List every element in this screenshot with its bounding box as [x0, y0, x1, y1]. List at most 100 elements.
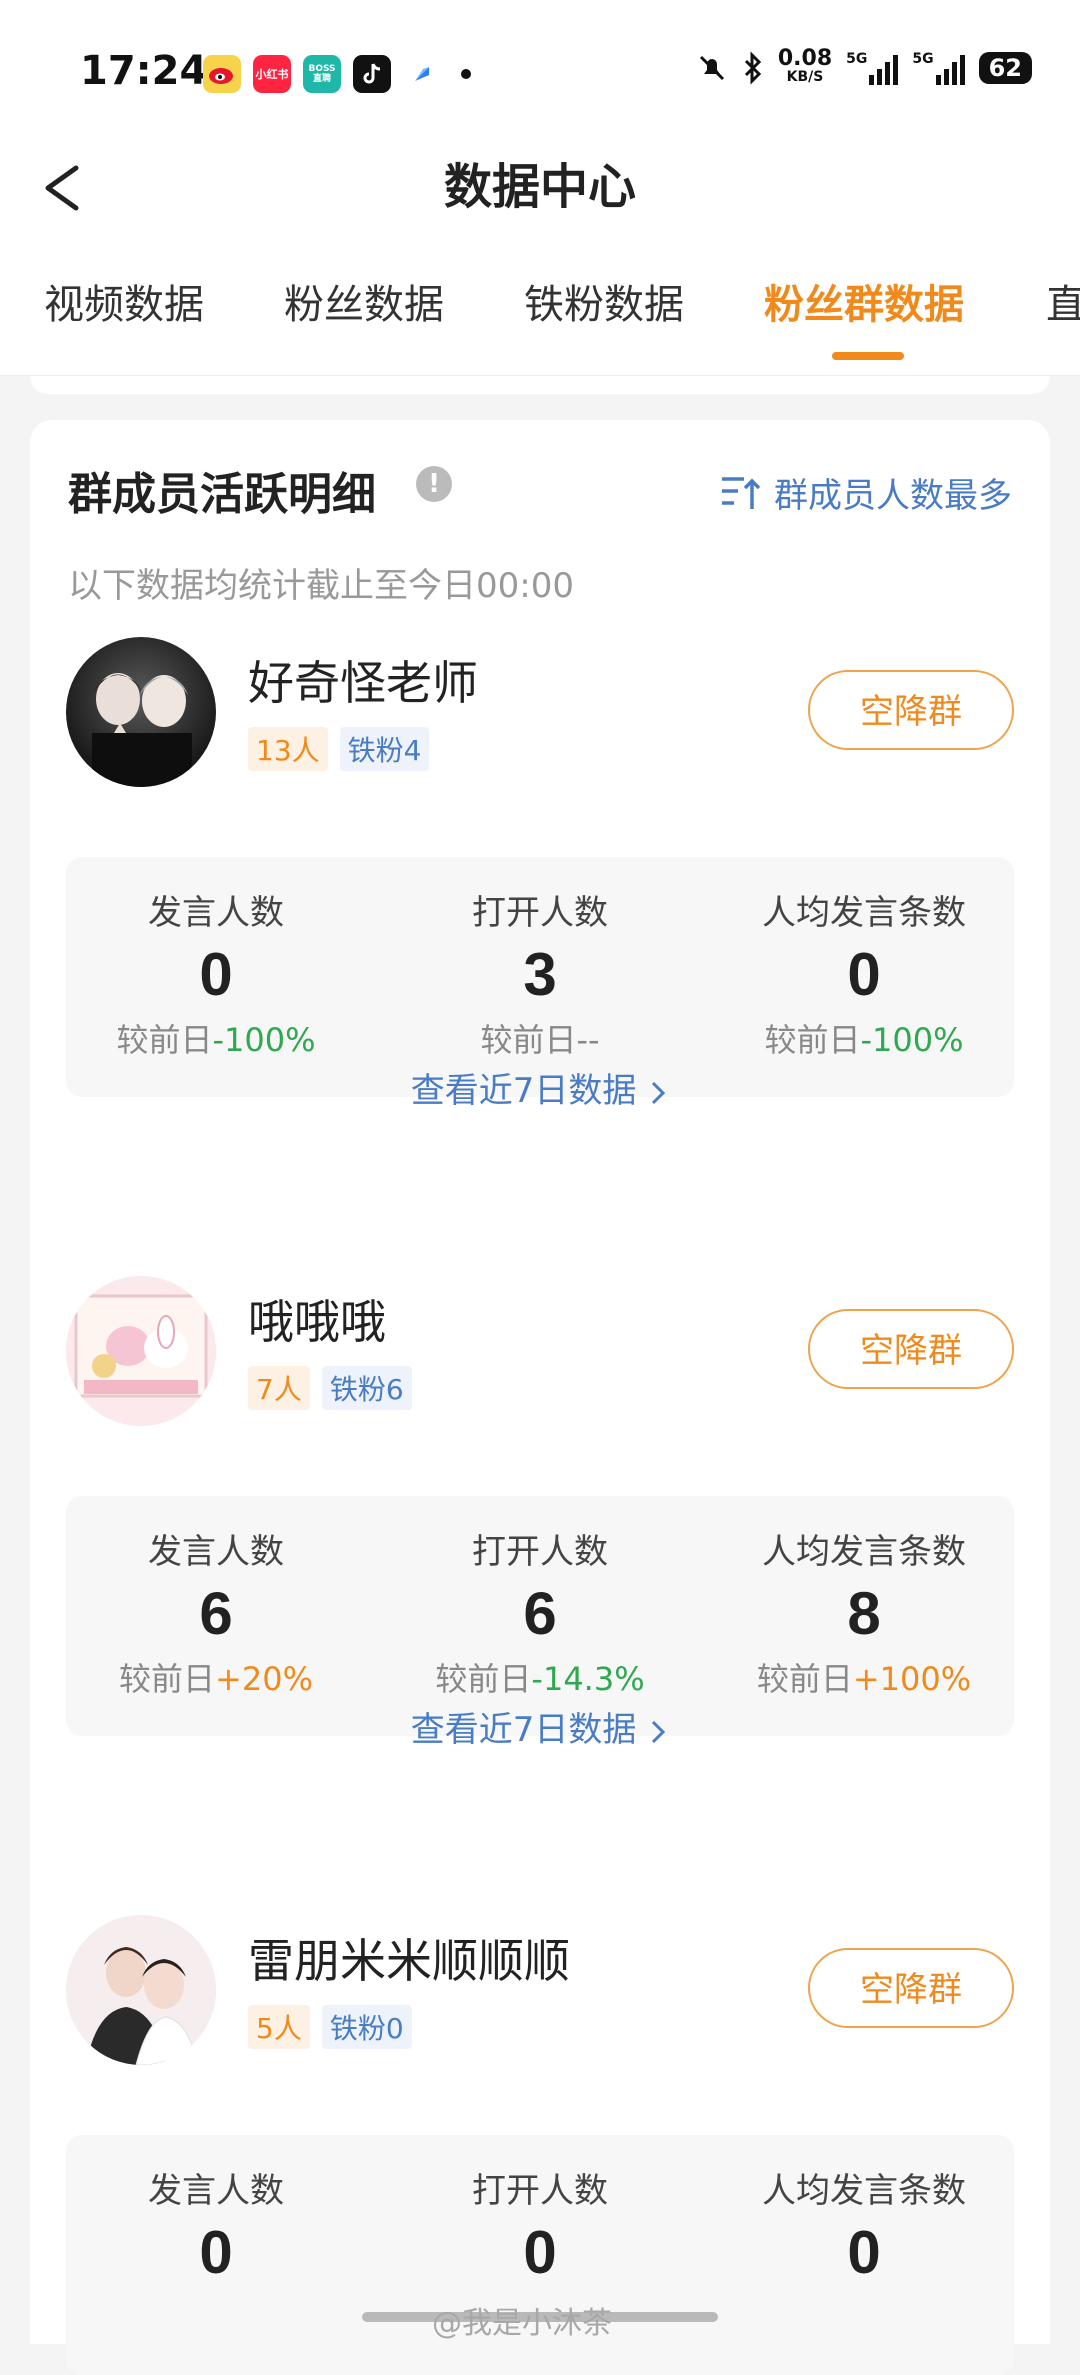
stat-value: 3 [523, 941, 557, 1008]
stat-value: 8 [847, 1580, 881, 1647]
chevron-right-icon [652, 1720, 666, 1743]
page-title: 数据中心 [443, 159, 636, 215]
xiaohongshu-label: 小红书 [255, 68, 289, 81]
stat-openers: 打开人数 6 较前日-14.3% [390, 1524, 690, 1700]
compare-prefix: 较前日 [764, 1021, 861, 1059]
member-count-badge: 13人 [248, 727, 328, 771]
stat-value: 6 [199, 1580, 233, 1647]
tab-fan-group-data[interactable]: 粉丝群数据 [764, 272, 964, 330]
stat-value: 6 [523, 1580, 557, 1647]
stat-avg-messages: 人均发言条数 8 较前日+100% [714, 1524, 1014, 1700]
sort-label: 群成员人数最多 [774, 476, 1012, 516]
stat-label: 打开人数 [472, 893, 608, 933]
member-count-badge: 7人 [248, 1366, 310, 1410]
battery-level: 62 [988, 54, 1022, 82]
group-avatar-image [66, 1915, 216, 2065]
signal-bars-icon [869, 51, 899, 85]
tiktok-icon [353, 55, 391, 93]
compare-prefix: 较前日 [116, 1021, 213, 1059]
xiaohongshu-icon: 小红书 [253, 55, 291, 93]
join-group-button[interactable]: 空降群 [808, 670, 1014, 750]
net-speed-value: 0.08 [777, 46, 833, 71]
blue-app-icon [403, 55, 441, 93]
stat-avg-messages: 人均发言条数 0 较前日-100% [714, 885, 1014, 1061]
status-bar: 17:24 小红书 BOSS 直聘 0.08 KB/S 5G 5G 62 [0, 0, 1080, 150]
compare-value: -- [576, 1021, 600, 1059]
view-7day-data-link[interactable]: 查看近7日数据 [66, 1702, 1014, 1751]
stat-label: 发言人数 [148, 1532, 284, 1572]
info-icon[interactable]: ! [416, 466, 452, 502]
member-activity-card: 群成员活跃明细 ! 群成员人数最多 以下数据均统计截止至今日00:00 好奇怪老… [30, 420, 1050, 2375]
stat-label: 人均发言条数 [762, 2171, 966, 2211]
data-cutoff-note: 以下数据均统计截止至今日00:00 [68, 566, 574, 606]
join-group-button[interactable]: 空降群 [808, 1948, 1014, 2028]
stat-label: 人均发言条数 [762, 893, 966, 933]
group-tags: 13人 铁粉4 [248, 727, 430, 771]
stat-label: 发言人数 [148, 2171, 284, 2211]
sort-button[interactable]: 群成员人数最多 [720, 468, 1012, 517]
stat-speakers: 发言人数 0 [66, 2163, 366, 2287]
stat-value: 0 [523, 2219, 557, 2286]
member-count-badge: 5人 [248, 2005, 310, 2049]
stat-value: 0 [199, 941, 233, 1008]
tab-live-data[interactable]: 直 [1046, 272, 1080, 330]
tab-iron-fans-data[interactable]: 铁粉数据 [524, 272, 684, 330]
watermark: @我是小沐茶 [432, 2306, 612, 2341]
view-7day-label: 查看近7日数据 [410, 1071, 637, 1111]
iron-fans-badge: 铁粉0 [321, 2005, 412, 2049]
stat-label: 人均发言条数 [762, 1532, 966, 1572]
page-header: 数据中心 视频数据 粉丝数据 铁粉数据 粉丝群数据 直 [0, 150, 1080, 376]
join-group-button[interactable]: 空降群 [808, 1309, 1014, 1389]
stat-avg-messages: 人均发言条数 0 [714, 2163, 1014, 2287]
bluetooth-icon [744, 51, 761, 85]
iron-fans-badge: 铁粉6 [321, 1366, 412, 1410]
more-notifications-dot [461, 69, 471, 79]
stat-compare: 较前日-14.3% [390, 1654, 690, 1700]
stat-compare: 较前日-100% [714, 1015, 1014, 1061]
stat-compare: 较前日+100% [714, 1654, 1014, 1700]
previous-card-edge [30, 376, 1050, 394]
view-7day-data-link[interactable]: 查看近7日数据 [66, 1063, 1014, 1112]
stat-value: 0 [199, 2219, 233, 2286]
group-avatar-image [92, 673, 192, 787]
group-avatar [66, 637, 216, 787]
weibo-icon [203, 55, 241, 93]
mute-bell-icon [699, 55, 724, 81]
stat-compare: 较前日-- [390, 1015, 690, 1061]
view-7day-label: 查看近7日数据 [410, 1710, 637, 1750]
section-title: 群成员活跃明细 [68, 469, 376, 520]
battery-icon: 62 [978, 52, 1032, 84]
stat-value: 0 [847, 941, 881, 1008]
net-speed-unit: KB/S [786, 69, 824, 85]
compare-value: -100% [860, 1021, 964, 1059]
stat-speakers: 发言人数 6 较前日+20% [66, 1524, 366, 1700]
sort-icon [722, 476, 761, 509]
group-avatar [66, 1915, 216, 2065]
notification-icons: 小红书 BOSS 直聘 [203, 55, 471, 93]
compare-prefix: 较前日 [480, 1021, 577, 1059]
group-name: 好奇怪老师 [248, 656, 478, 710]
signal-1-label: 5G [846, 51, 868, 67]
signal-bars-icon [935, 51, 965, 85]
tab-video-data[interactable]: 视频数据 [44, 272, 204, 330]
compare-value: +20% [215, 1660, 313, 1698]
status-time: 17:24 [80, 48, 208, 94]
group-name: 雷朋米米顺顺顺 [248, 1934, 570, 1988]
group-stats: 发言人数 0 较前日-100% 打开人数 3 较前日-- 人均发言条数 0 较前… [66, 857, 1014, 1111]
compare-prefix: 较前日 [435, 1660, 532, 1698]
group-avatar [66, 1276, 216, 1426]
boss-label: BOSS 直聘 [308, 64, 336, 84]
stat-label: 发言人数 [148, 893, 284, 933]
stat-label: 打开人数 [472, 1532, 608, 1572]
compare-value: -14.3% [531, 1660, 645, 1698]
group-tags: 7人 铁粉6 [248, 1366, 412, 1410]
compare-prefix: 较前日 [119, 1660, 216, 1698]
boss-zhipin-icon: BOSS 直聘 [303, 55, 341, 93]
group-tags: 5人 铁粉0 [248, 2005, 412, 2049]
group-avatar-image [66, 1276, 216, 1426]
active-tab-indicator [832, 352, 904, 360]
status-indicators: 0.08 KB/S 5G 5G 62 [696, 46, 1032, 86]
tab-fans-data[interactable]: 粉丝数据 [284, 272, 444, 330]
group-name: 哦哦哦 [248, 1295, 386, 1349]
stat-openers: 打开人数 3 较前日-- [390, 885, 690, 1061]
